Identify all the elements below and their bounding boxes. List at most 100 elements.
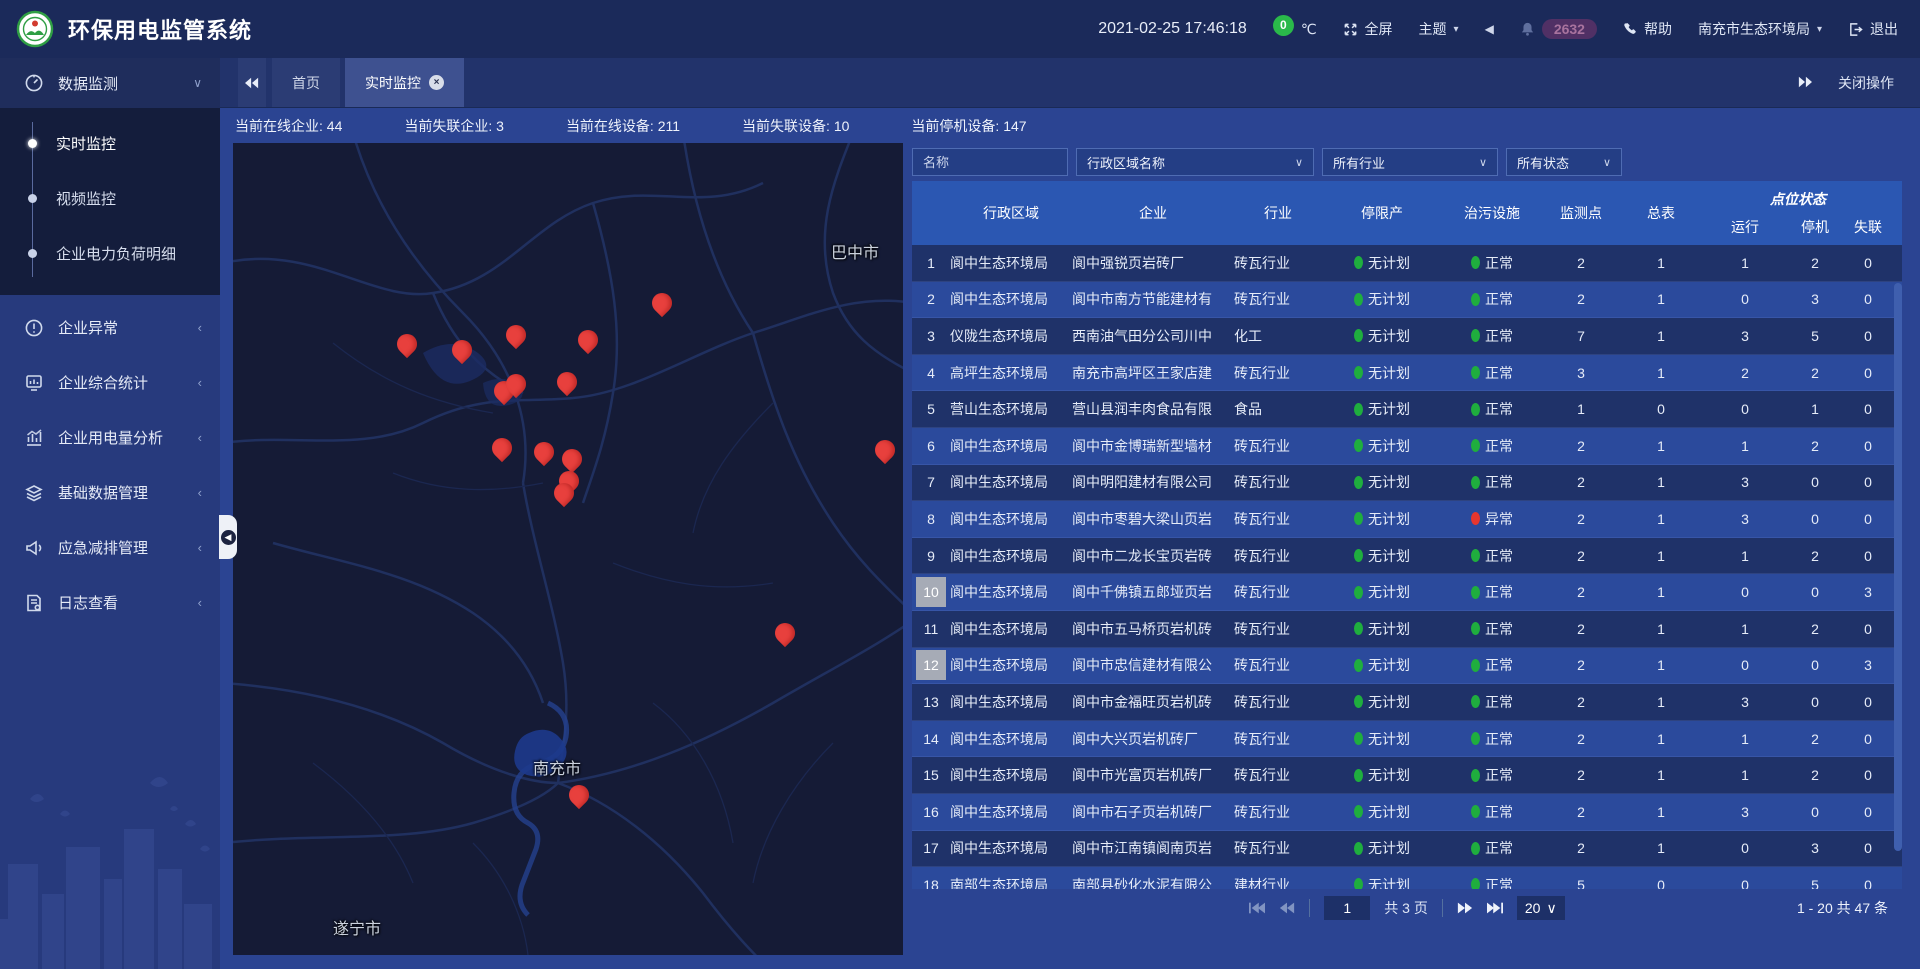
table-row[interactable]: 3仪陇生态环境局西南油气田分公司川中化工无计划正常71350 [912, 318, 1902, 355]
table-row[interactable]: 15阆中生态环境局阆中市光富页岩机砖厂砖瓦行业无计划正常21120 [912, 757, 1902, 794]
close-operations-button[interactable]: 关闭操作 [1838, 73, 1894, 93]
sound-button[interactable]: ◀ [1485, 22, 1494, 36]
bullet-icon [28, 249, 37, 258]
cell-monitor-count: 2 [1542, 731, 1620, 747]
cell-region: 高坪生态环境局 [950, 363, 1072, 383]
datetime-label: 2021-02-25 17:46:18 [1098, 20, 1247, 38]
cell-stop-count: 2 [1788, 255, 1842, 271]
sidebar-item-label: 应急减排管理 [58, 537, 148, 558]
sidebar-subitem-0-1[interactable]: 视频监控 [0, 171, 220, 226]
table-row[interactable]: 6阆中生态环境局阆中市金博瑞新型墙材砖瓦行业无计划正常21120 [912, 428, 1902, 465]
table-row[interactable]: 18南部生态环境局南部县砂化水泥有限公建材行业无计划正常50050 [912, 867, 1902, 889]
region-select[interactable]: 行政区域名称 ∨ [1076, 148, 1314, 176]
table-row[interactable]: 5营山生态环境局营山县润丰肉食品有限食品无计划正常10010 [912, 391, 1902, 428]
cell-run-count: 3 [1702, 328, 1788, 344]
table-row[interactable]: 11阆中生态环境局阆中市五马桥页岩机砖砖瓦行业无计划正常21120 [912, 611, 1902, 648]
notification-area[interactable]: 2632 [1520, 19, 1597, 39]
tab-home[interactable]: 首页 [272, 58, 340, 107]
chevron-left-icon: ◀ [221, 530, 236, 545]
cell-industry: 化工 [1234, 326, 1322, 346]
table-row[interactable]: 7阆中生态环境局阆中明阳建材有限公司砖瓦行业无计划正常21300 [912, 465, 1902, 502]
cell-region: 营山生态环境局 [950, 399, 1072, 419]
cell-lost-count: 0 [1842, 731, 1894, 747]
logout-icon [1848, 22, 1863, 37]
name-search-input[interactable] [912, 148, 1068, 176]
logout-button[interactable]: 退出 [1848, 19, 1898, 39]
next-page-button[interactable] [1457, 902, 1473, 914]
cell-monitor-count: 3 [1542, 365, 1620, 381]
cell-facility-status: 正常 [1442, 363, 1542, 383]
sidebar-item-0[interactable]: 数据监测∨ [0, 58, 220, 108]
cell-monitor-count: 2 [1542, 621, 1620, 637]
first-page-button[interactable] [1249, 902, 1265, 914]
fullscreen-button[interactable]: 全屏 [1343, 19, 1393, 39]
cell-monitor-count: 2 [1542, 804, 1620, 820]
cell-company: 阆中市五马桥页岩机砖 [1072, 619, 1234, 639]
cell-stop-count: 2 [1788, 767, 1842, 783]
sidebar-item-2[interactable]: 企业综合统计‹ [0, 355, 220, 410]
cell-limit-status: 无计划 [1322, 289, 1442, 309]
cell-lost-count: 0 [1842, 548, 1894, 564]
stat-label: 当前在线企业: [235, 118, 327, 134]
cell-total-meter: 1 [1620, 694, 1702, 710]
table-row[interactable]: 4高坪生态环境局南充市高坪区王家店建砖瓦行业无计划正常31220 [912, 355, 1902, 392]
map-canvas[interactable]: 巴中市南充市遂宁市 [233, 143, 903, 955]
status-dot [1471, 842, 1480, 855]
cell-stop-count: 0 [1788, 474, 1842, 490]
prev-page-button[interactable] [1279, 902, 1295, 914]
cell-limit-status: 无计划 [1322, 363, 1442, 383]
table-row[interactable]: 17阆中生态环境局阆中市江南镇阆南页岩砖瓦行业无计划正常21030 [912, 831, 1902, 868]
status-dot [1354, 695, 1363, 708]
table-row[interactable]: 14阆中生态环境局阆中大兴页岩机砖厂砖瓦行业无计划正常21120 [912, 721, 1902, 758]
status-select[interactable]: 所有状态 ∨ [1506, 148, 1622, 176]
status-dot [1471, 403, 1480, 416]
cell-lost-count: 0 [1842, 438, 1894, 454]
tab-close-icon[interactable]: × [429, 75, 444, 90]
cell-run-count: 3 [1702, 474, 1788, 490]
cell-monitor-count: 2 [1542, 511, 1620, 527]
cell-total-meter: 1 [1620, 438, 1702, 454]
theme-dropdown[interactable]: 主题 ▾ [1419, 19, 1459, 39]
sidebar-item-6[interactable]: 日志查看‹ [0, 575, 220, 630]
cell-monitor-count: 2 [1542, 255, 1620, 271]
cell-lost-count: 0 [1842, 877, 1894, 889]
cell-industry: 砖瓦行业 [1234, 802, 1322, 822]
help-button[interactable]: 帮助 [1623, 19, 1672, 39]
tabs-scroll-left-button[interactable] [238, 58, 266, 107]
sidebar-item-1[interactable]: 企业异常‹ [0, 300, 220, 355]
map-city-label: 南充市 [533, 755, 581, 779]
table-scrollbar[interactable] [1894, 283, 1902, 851]
cell-region: 阆中生态环境局 [950, 619, 1072, 639]
industry-select[interactable]: 所有行业 ∨ [1322, 148, 1498, 176]
sidebar-item-3[interactable]: 企业用电量分析‹ [0, 410, 220, 465]
org-dropdown[interactable]: 南充市生态环境局 ▾ [1698, 19, 1822, 39]
status-dot [1471, 293, 1480, 306]
page-size-value: 20 [1525, 900, 1541, 916]
sidebar-subitem-0-0[interactable]: 实时监控 [0, 116, 220, 171]
status-text: 无计划 [1368, 619, 1410, 639]
sidebar-collapse-button[interactable]: ◀ [219, 515, 237, 559]
table-row[interactable]: 9阆中生态环境局阆中市二龙长宝页岩砖砖瓦行业无计划正常21120 [912, 538, 1902, 575]
temperature-unit: ℃ [1301, 21, 1317, 38]
sidebar-subitem-0-2[interactable]: 企业电力负荷明细 [0, 226, 220, 281]
page-size-select[interactable]: 20 ∨ [1517, 896, 1565, 920]
sidebar-item-4[interactable]: 基础数据管理‹ [0, 465, 220, 520]
table-row[interactable]: 12阆中生态环境局阆中市忠信建材有限公砖瓦行业无计划正常21003 [912, 648, 1902, 685]
table-row[interactable]: 1阆中生态环境局阆中强锐页岩砖厂砖瓦行业无计划正常21120 [912, 245, 1902, 282]
table-row[interactable]: 16阆中生态环境局阆中市石子页岩机砖厂砖瓦行业无计划正常21300 [912, 794, 1902, 831]
cell-lost-count: 0 [1842, 621, 1894, 637]
tabs-scroll-right-button[interactable] [1798, 75, 1812, 91]
table-row[interactable]: 10阆中生态环境局阆中千佛镇五郎垭页岩砖瓦行业无计划正常21003 [912, 574, 1902, 611]
page-number-input[interactable]: 1 [1324, 896, 1370, 920]
chevron-left-icon: ‹ [198, 540, 202, 555]
table-row[interactable]: 2阆中生态环境局阆中市南方节能建材有砖瓦行业无计划正常21030 [912, 282, 1902, 319]
status-text: 正常 [1485, 546, 1513, 566]
last-page-button[interactable] [1487, 902, 1503, 914]
row-index: 14 [912, 724, 950, 754]
tab-realtime-monitor[interactable]: 实时监控 × [345, 58, 464, 107]
sidebar-item-5[interactable]: 应急减排管理 ‹ [0, 520, 220, 575]
stat-item-3: 当前失联设备: 10 [742, 116, 849, 136]
row-index: 10 [912, 577, 950, 607]
table-row[interactable]: 13阆中生态环境局阆中市金福旺页岩机砖砖瓦行业无计划正常21300 [912, 684, 1902, 721]
table-row[interactable]: 8阆中生态环境局阆中市枣碧大梁山页岩砖瓦行业无计划异常21300 [912, 501, 1902, 538]
